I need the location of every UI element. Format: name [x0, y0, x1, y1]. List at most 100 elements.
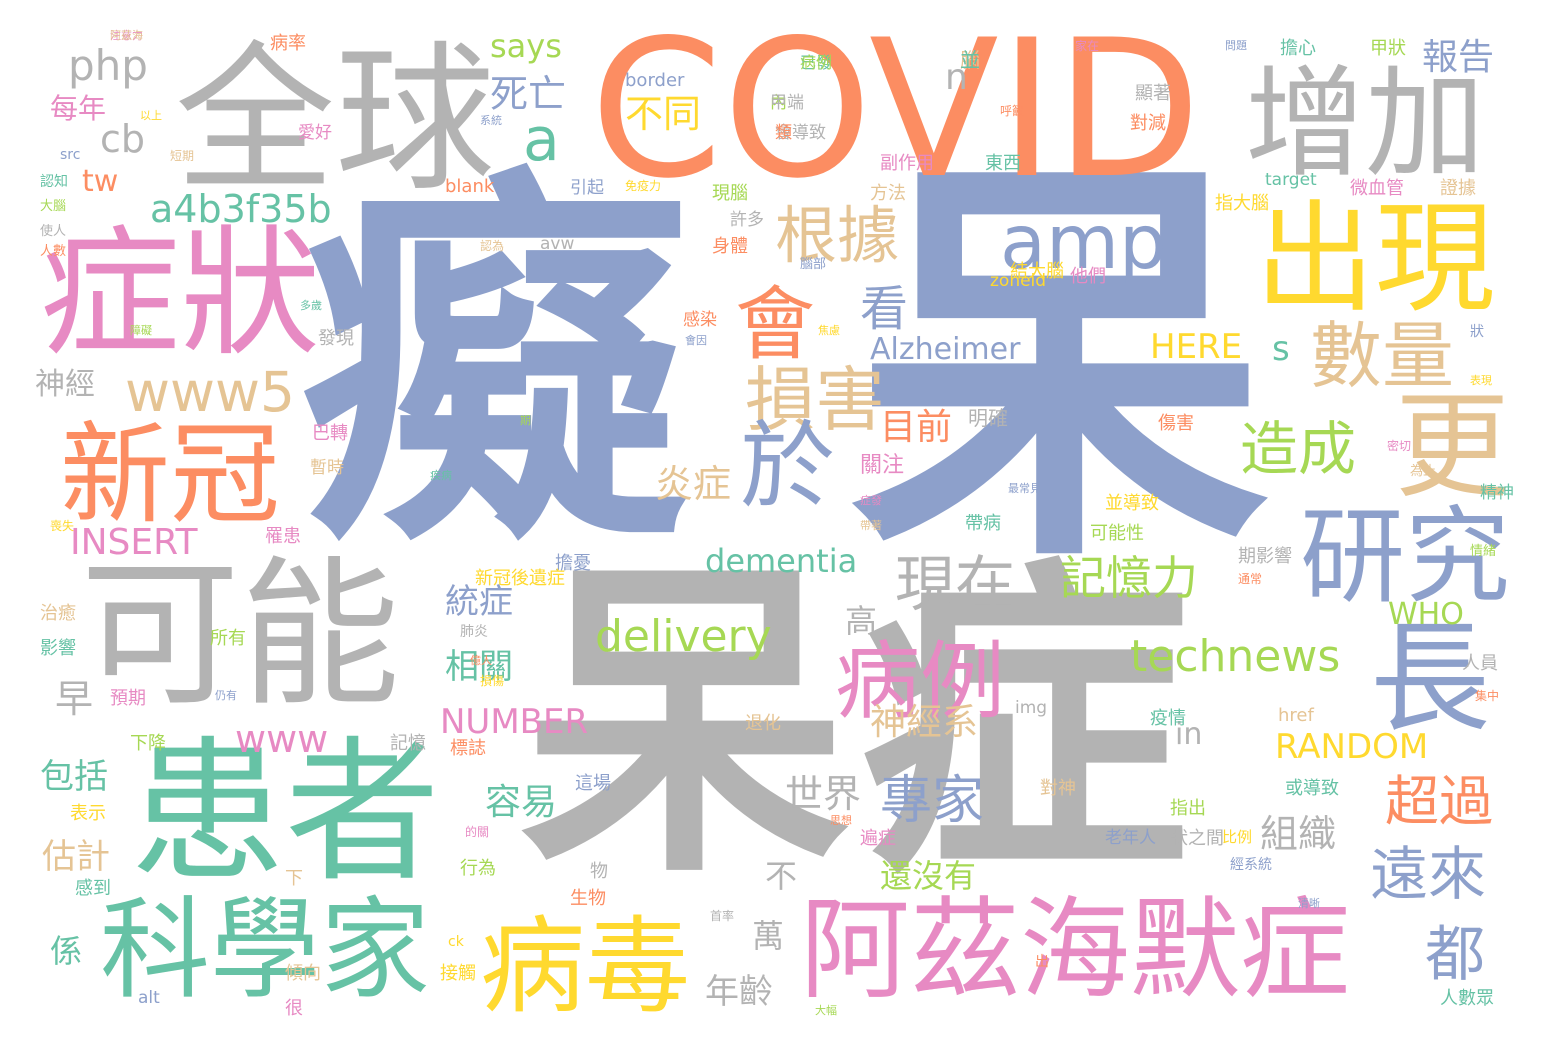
word: 新冠後遺症 [475, 568, 565, 589]
word: php [68, 41, 148, 90]
word: 喪失 [50, 519, 75, 533]
word: 微血管 [1350, 178, 1404, 199]
word: 接觸 [440, 963, 476, 984]
word: 不 [765, 857, 798, 895]
word: 可能性 [1090, 523, 1144, 544]
word: RANDOM [1275, 727, 1429, 767]
word: alt [138, 988, 160, 1008]
word: 看 [860, 281, 909, 337]
word: 現在 [895, 550, 1015, 620]
word: 老年人 [1105, 828, 1156, 848]
word: 人數眾 [1440, 988, 1494, 1009]
word: 目前 [880, 407, 953, 448]
word: 根據 [775, 199, 900, 272]
word: 情緒 [1470, 544, 1497, 559]
word: 狀 [1470, 324, 1484, 340]
word: says [490, 27, 562, 65]
word: 甲端 [770, 93, 804, 113]
word: 帶著 [860, 519, 882, 532]
word: 包括 [40, 757, 108, 797]
word: 記憶力 [1060, 551, 1198, 605]
word: 神經 [35, 367, 95, 402]
word: 標誌 [450, 738, 486, 759]
word: 或導致 [1285, 778, 1339, 799]
word: 明確 [968, 406, 1008, 430]
word: a [523, 105, 560, 175]
word: 短期 [170, 149, 195, 163]
word: 認為 [480, 239, 505, 253]
word: www5 [125, 360, 295, 424]
word: 都 [1425, 920, 1485, 990]
word: technews [1130, 631, 1341, 682]
word: tw [82, 164, 119, 199]
word: 係 [50, 932, 83, 970]
word: 出現 [1255, 190, 1495, 329]
word: 數量 [1310, 314, 1455, 398]
word: 統症 [445, 582, 513, 622]
word: 對神 [1040, 778, 1076, 799]
word: 很 [285, 998, 303, 1019]
word: 腦部 [800, 257, 827, 272]
word: 死亡 [490, 72, 567, 116]
word: 還沒有 [880, 857, 977, 895]
word: 甲狀 [1370, 38, 1406, 59]
word: 每年 [50, 92, 107, 125]
word: 表現 [1470, 374, 1492, 387]
word: 仍有 [215, 689, 237, 702]
word: cb [100, 117, 146, 161]
word: s [1272, 329, 1290, 369]
word: 遠來 [1370, 840, 1487, 908]
word: 新冠 [60, 411, 280, 539]
word: 最常見 [1008, 482, 1041, 495]
word: 癡 [300, 138, 690, 592]
word: 對減 [1130, 113, 1166, 134]
word: 問題 [1225, 39, 1247, 52]
word: 並 [960, 48, 980, 72]
word: 障礙 [130, 324, 152, 337]
word: INSERT [70, 522, 198, 563]
word: 許多 [730, 210, 764, 230]
word: 造成 [1240, 415, 1357, 483]
word: 清晰 [1298, 897, 1320, 910]
word: WHO [1388, 597, 1464, 632]
word: 預期 [110, 688, 146, 709]
word: dementia [705, 542, 858, 580]
word: 首率 [710, 909, 735, 923]
word: 指大腦 [1215, 193, 1269, 214]
word: Alzheimer [870, 332, 1021, 367]
word: avw [540, 234, 575, 254]
word: 類 [775, 123, 792, 143]
word: 長 [1370, 610, 1490, 749]
word: 病率 [270, 33, 306, 54]
word: 期 [520, 414, 531, 427]
word: 期影響 [1238, 546, 1292, 567]
word: 副作用 [880, 153, 934, 174]
word: blank [445, 176, 495, 197]
word: 比例 [1222, 828, 1253, 846]
word: 下 [285, 868, 303, 889]
word: 疾病 [430, 469, 452, 482]
word: 方法 [870, 183, 906, 204]
word: 通常 [1238, 572, 1263, 586]
word: 引起 [570, 178, 604, 198]
word: 認知 [40, 174, 68, 190]
word: ck [448, 934, 464, 950]
word: 顯著 [1135, 83, 1171, 104]
word: 現腦 [712, 183, 748, 204]
word: 阿茲海默症 [800, 886, 1350, 1014]
word: 系統 [480, 114, 502, 127]
word: 高 [845, 602, 878, 640]
word: 密切 [1387, 439, 1412, 453]
word: 肺炎 [460, 624, 488, 640]
word: 身體 [712, 236, 748, 257]
word: 會 [735, 278, 815, 371]
word: 不同 [625, 92, 702, 136]
word: 世界 [785, 772, 862, 816]
word: 以上 [140, 109, 162, 122]
word: 組織 [1260, 812, 1337, 856]
word: 容易 [485, 782, 558, 823]
word: www [235, 717, 329, 761]
word: 遍症 [860, 828, 896, 849]
word: 感到 [75, 878, 111, 899]
word: 為止 [1410, 464, 1437, 479]
